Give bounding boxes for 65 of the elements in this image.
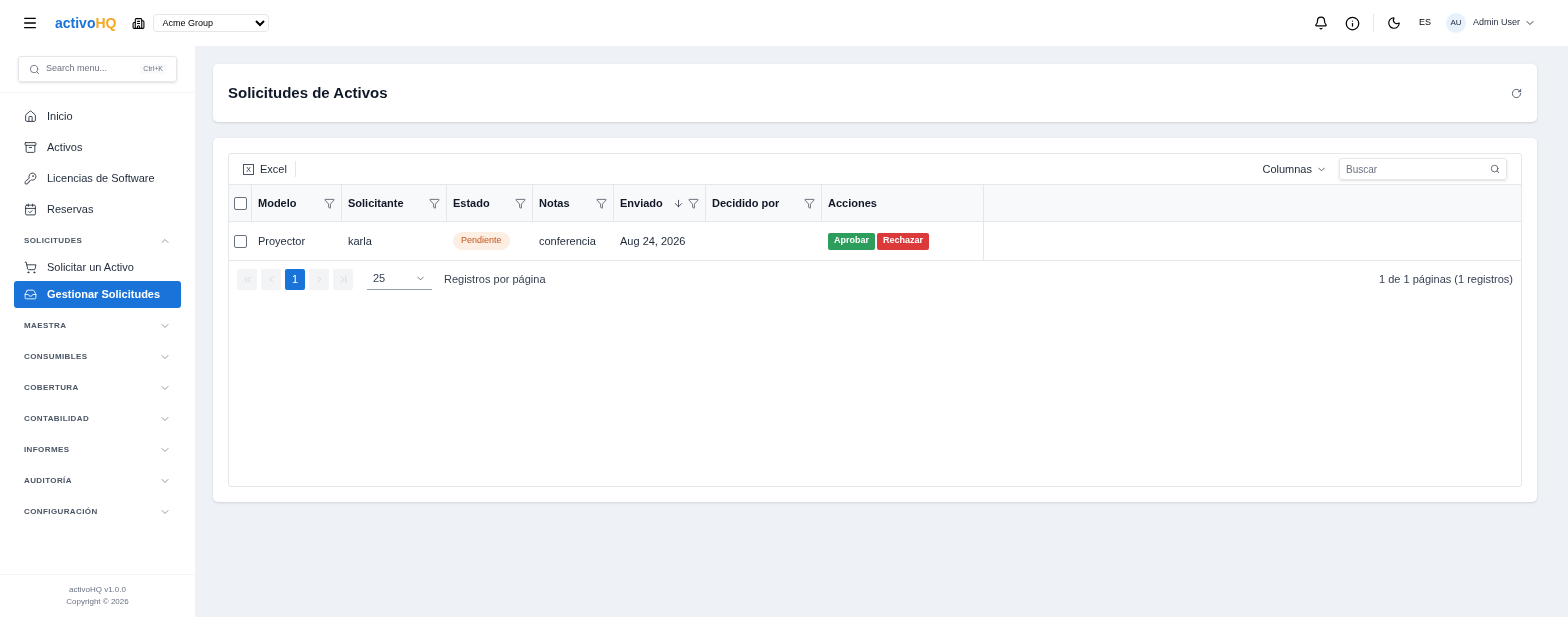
user-name[interactable]: Admin User xyxy=(1473,16,1520,30)
footer-text: activoHQ v1.0.0 xyxy=(69,584,126,596)
page-button[interactable]: 1 xyxy=(285,268,305,290)
avatar[interactable]: AU xyxy=(1446,13,1466,33)
sidebar-item[interactable]: Reservas xyxy=(14,196,181,223)
section-header[interactable]: CONFIGURACIÓN xyxy=(14,498,181,525)
columns-button[interactable]: Columnas xyxy=(1262,160,1327,178)
search-icon xyxy=(1490,164,1500,174)
table-cell-text: conferencia xyxy=(539,233,596,249)
reject-button[interactable]: Rechazar xyxy=(877,232,930,250)
table-cell-text: Proyector xyxy=(258,233,306,249)
page-size-select[interactable]: 25 xyxy=(367,268,432,290)
sort-arrow-icon[interactable] xyxy=(673,197,684,209)
section-header[interactable]: INFORMES xyxy=(14,436,181,463)
sidebar-item[interactable]: Inicio xyxy=(14,103,181,130)
organization-select[interactable]: Acme Group xyxy=(153,14,270,32)
section-header[interactable]: MAESTRA xyxy=(14,312,181,339)
nav-icon xyxy=(24,203,37,216)
filter-icon[interactable] xyxy=(596,197,607,209)
nav-icon xyxy=(24,261,37,274)
checkbox[interactable] xyxy=(233,196,247,210)
nav-icon xyxy=(24,172,37,185)
page-size-label: Registros por página xyxy=(444,271,546,287)
footer-text: Copyright © 2026 xyxy=(66,596,129,608)
table-search-field[interactable]: Buscar xyxy=(1339,158,1507,180)
filter-icon[interactable] xyxy=(804,197,815,209)
section-header[interactable]: COBERTURA xyxy=(14,374,181,401)
sidebar-item[interactable]: Solicitar un Activo xyxy=(14,254,181,281)
sidebar-item[interactable]: Licencias de Software xyxy=(14,165,181,192)
column-header[interactable]: Decidido por xyxy=(706,185,822,221)
filter-icon[interactable] xyxy=(515,197,526,209)
pagination-summary: 1 de 1 páginas (1 registros) xyxy=(1379,271,1513,287)
nav-icon xyxy=(24,288,37,301)
sidebar-item[interactable]: Gestionar Solicitudes xyxy=(14,281,181,308)
table-cell-text: Aug 24, 2026 xyxy=(620,233,686,249)
column-header[interactable]: Notas xyxy=(533,185,614,221)
column-header[interactable]: Enviado xyxy=(614,185,706,221)
nav-icon xyxy=(24,110,37,123)
search-placeholder: Search menu... xyxy=(46,62,109,76)
menu-icon[interactable] xyxy=(22,15,38,31)
column-header[interactable]: Modelo xyxy=(252,185,342,221)
bell-icon[interactable] xyxy=(1313,16,1328,30)
info-icon[interactable] xyxy=(1344,15,1360,31)
section-header[interactable]: AUDITORÍA xyxy=(14,467,181,494)
table-cell-text: karla xyxy=(348,233,372,249)
search-icon xyxy=(29,63,40,75)
column-header[interactable]: Estado xyxy=(447,185,533,221)
refresh-icon[interactable] xyxy=(1511,87,1522,99)
filter-icon[interactable] xyxy=(429,197,440,209)
language-button[interactable]: ES xyxy=(1418,16,1431,30)
filter-icon[interactable] xyxy=(324,197,335,209)
logo: activoHQ xyxy=(55,13,117,33)
page-title: Solicitudes de Activos xyxy=(228,82,388,103)
building-icon xyxy=(132,16,146,30)
section-header[interactable]: CONSUMIBLES xyxy=(14,343,181,370)
checkbox[interactable] xyxy=(234,234,247,248)
section-header[interactable]: CONTABILIDAD xyxy=(14,405,181,432)
column-header[interactable]: Acciones xyxy=(822,185,984,221)
status-badge: Pendiente xyxy=(453,232,510,250)
nav-icon xyxy=(24,141,37,154)
moon-icon[interactable] xyxy=(1386,16,1401,30)
filter-icon[interactable] xyxy=(688,197,699,209)
column-header[interactable]: Solicitante xyxy=(342,185,447,221)
sidebar-item[interactable]: Activos xyxy=(14,134,181,161)
section-header[interactable]: SOLICITUDES xyxy=(14,227,181,254)
